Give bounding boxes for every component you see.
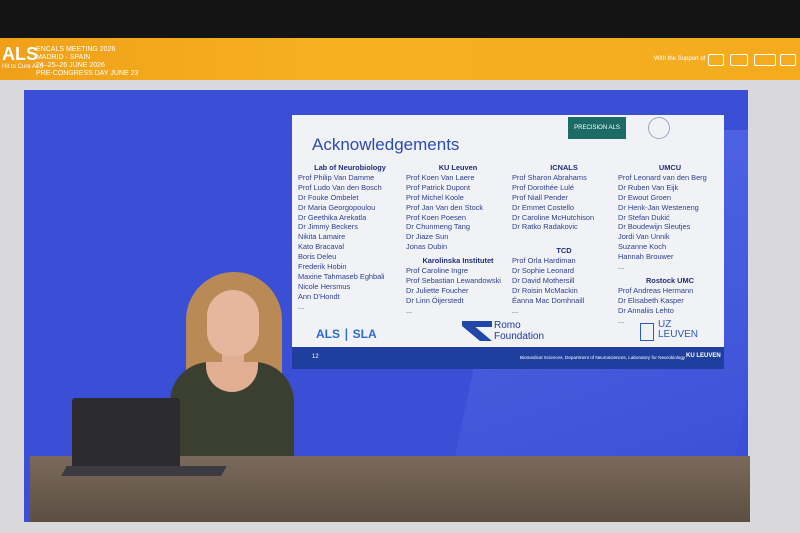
ack-name: Hannah Brouwer [618,252,674,262]
ack-name: Prof Sebastian Lewandowski [406,275,501,285]
conference-banner: ALS Hit to Cure ALS ENCALS MEETING 2026 … [0,38,800,80]
ack-name: Prof Orla Hardiman [512,256,576,266]
ack-name: Prof Jan Van den Stock [406,202,484,212]
ack-column-2: KU Leuven Prof Koen Van Laere Prof Patri… [406,163,510,316]
ack-name: Prof Koen Poesen [406,212,466,222]
sponsor-logo-icon [754,54,776,66]
ku-leuven-footer-logo: KU LEUVEN [686,353,721,359]
laptop-icon [72,398,180,470]
speaker-face [207,290,259,356]
group-heading: TCD [556,246,572,256]
ack-name: Prof Niall Pender [512,192,568,202]
ack-name: Prof Leonard van den Berg [618,172,707,182]
university-seal-icon [648,117,670,139]
ack-name: Dr Chunmeng Tang [406,222,470,232]
ack-name: Dr Jiaze Sun [406,232,449,242]
ack-name: Dr Geethika Arekatla [298,212,367,222]
ack-name: Prof Koen Van Laere [406,172,475,182]
ack-name: Dr Stefan Dukić [618,212,670,222]
ack-name: Dr Linn Öijerstedt [406,295,464,305]
ack-name: Jordi Van Unnik [618,232,670,242]
ack-name: Prof Sharon Abrahams [512,172,587,182]
group-heading: UMCU [658,163,682,172]
ack-name: Dr Maria Georgopoulou [298,202,376,212]
ack-column-4: UMCU Prof Leonard van den Berg Dr Ruben … [618,163,722,326]
ack-name: Prof Dorothée Lulé [512,182,575,192]
ack-name: Dr Jimmy Beckers [298,222,358,232]
ack-column-1: Lab of Neurobiology Prof Philip Van Damm… [298,163,402,312]
event-line: PRE-CONGRESS DAY JUNE 23 [36,70,139,77]
ack-name: Maxine Tahmaseb Eghbali [298,271,385,281]
ack-name: Frederik Hobin [298,262,347,272]
ack-name: Dr Annaliis Lehto [618,305,674,315]
ack-name: Nicole Hersmus [298,281,351,291]
precision-als-badge: PRECISION ALS [568,117,626,139]
event-line: MADRID · SPAIN [36,54,91,61]
ack-name: ... [512,305,519,315]
ack-name: Dr Sophie Leonard [512,266,575,276]
slide-page-number: 12 [312,354,319,360]
group-heading: Lab of Neurobiology [314,163,386,172]
ack-name: Éanna Mac Domhnaill [512,295,585,305]
ack-column-3: ICNALS Prof Sharon Abrahams Prof Dorothé… [512,163,616,316]
romo-logo-icon [462,321,492,341]
presentation-slide: Acknowledgements PRECISION ALS Lab of Ne… [292,115,724,369]
ack-name: Jonas Dubin [406,242,448,252]
ack-name: Dr Elisabeth Kasper [618,295,684,305]
ack-name: Prof Philip Van Damme [298,172,375,182]
ack-name: Dr Henk-Jan Westeneng [618,202,699,212]
ack-name: Boris Deleu [298,252,337,262]
ack-name: Dr Caroline McHutchison [512,212,595,222]
romo-logo-line: Romo [494,320,521,331]
sponsor-logo-icon [780,54,796,66]
ack-name: Prof Caroline Ingre [406,266,469,276]
ack-name: ... [298,301,305,311]
group-heading: ICNALS [550,163,578,172]
support-text: With the Support of [654,56,706,62]
ack-name: Dr Ruben Van Eijk [618,182,679,192]
footer-affiliation: Biomedical Sciences, Department of Neuro… [520,355,686,360]
ack-name: Nikita Lamaire [298,232,346,242]
sponsor-logo-icon [730,54,748,66]
romo-logo-line: Foundation [494,331,545,342]
event-line: 24–25–26 JUNE 2026 [36,62,105,69]
ack-name: Suzanne Koch [618,242,667,252]
ack-name: Prof Andreas Hermann [618,285,694,295]
speaker-body [170,362,294,458]
ack-name: Dr Fouke Ombelet [298,192,359,202]
ack-name: Ann D'Hondt [298,291,340,301]
uz-leuven-logo: UZ LEUVEN [658,320,698,340]
ack-name: Dr David Mothersill [512,276,575,286]
group-heading: Rostock UMC [645,275,695,285]
ack-name: Dr Emmet Costello [512,202,575,212]
als-sla-logo: ALS ∣ SLA [316,327,377,341]
ack-name: Dr Juliette Foucher [406,285,469,295]
ack-name: Dr Ratko Radakovic [512,222,578,232]
romo-foundation-logo: Romo Foundation [494,320,544,342]
uz-leuven-logo-icon [640,323,654,341]
ack-name: ... [618,262,625,272]
sponsor-logo-icon [708,54,724,66]
uz-logo-line: LEUVEN [658,329,699,340]
slide-footer: 12 Biomedical Sciences, Department of Ne… [292,347,724,369]
ack-name: Dr Roisin McMackin [512,285,578,295]
event-line: ENCALS MEETING 2026 [36,46,116,53]
laptop-base [61,466,227,476]
ack-name: Prof Michel Koole [406,192,464,202]
group-heading: Karolinska Institutet [422,256,494,266]
ack-name: ... [406,305,413,315]
ack-name: Dr Boudewijn Sleutjes [618,222,691,232]
als-banner-logo: ALS [2,44,38,64]
ceiling [0,0,800,38]
ack-name: Dr Ewout Groen [618,192,671,202]
event-info: ENCALS MEETING 2026 MADRID · SPAIN 24–25… [36,46,138,78]
ack-name: Kato Bracaval [298,242,345,252]
slide-title: Acknowledgements [312,135,460,154]
ack-name: Prof Patrick Dupont [406,182,471,192]
group-heading: KU Leuven [438,163,478,172]
ack-name: Prof Ludo Van den Bosch [298,182,382,192]
